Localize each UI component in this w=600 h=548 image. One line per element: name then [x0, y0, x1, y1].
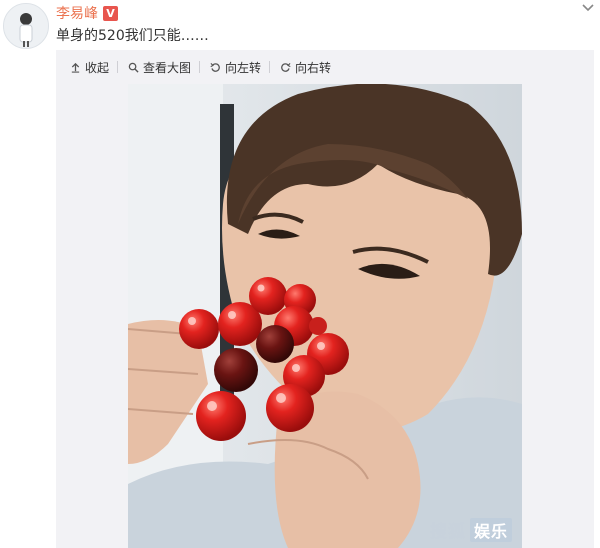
- rotate-right-icon: [281, 62, 291, 72]
- rotate-right-label: 向右转: [295, 60, 332, 75]
- rotate-left-icon: [210, 62, 220, 72]
- media-toolbar: 收起 查看大图 向左转 向右转: [56, 50, 594, 84]
- post-header: 李易峰 V: [56, 3, 118, 23]
- watermark: 搜狐 娱乐: [430, 517, 512, 542]
- post-text: 单身的520我们只能……: [56, 28, 209, 44]
- view-large-button[interactable]: 查看大图: [118, 59, 199, 76]
- author-name[interactable]: 李易峰: [56, 3, 98, 23]
- chevron-down-icon[interactable]: [582, 0, 594, 16]
- avatar-image: [4, 4, 48, 48]
- search-icon: [128, 62, 139, 73]
- collapse-label: 收起: [85, 60, 110, 75]
- post-photo[interactable]: 搜狐 娱乐: [128, 84, 522, 548]
- rotate-left-label: 向左转: [225, 60, 262, 75]
- verified-badge-icon: V: [103, 5, 118, 21]
- author-avatar[interactable]: [3, 3, 49, 49]
- rotate-left-button[interactable]: 向左转: [200, 59, 269, 76]
- rotate-right-button[interactable]: 向右转: [270, 59, 339, 76]
- view-large-label: 查看大图: [143, 60, 192, 75]
- photo-image: [128, 84, 522, 548]
- media-card: 收起 查看大图 向左转 向右转 搜狐 娱乐: [56, 50, 594, 548]
- watermark-badge: 娱乐: [469, 517, 512, 542]
- watermark-text: 搜狐: [429, 522, 466, 542]
- arrow-up-icon: [71, 62, 80, 73]
- collapse-button[interactable]: 收起: [56, 59, 117, 76]
